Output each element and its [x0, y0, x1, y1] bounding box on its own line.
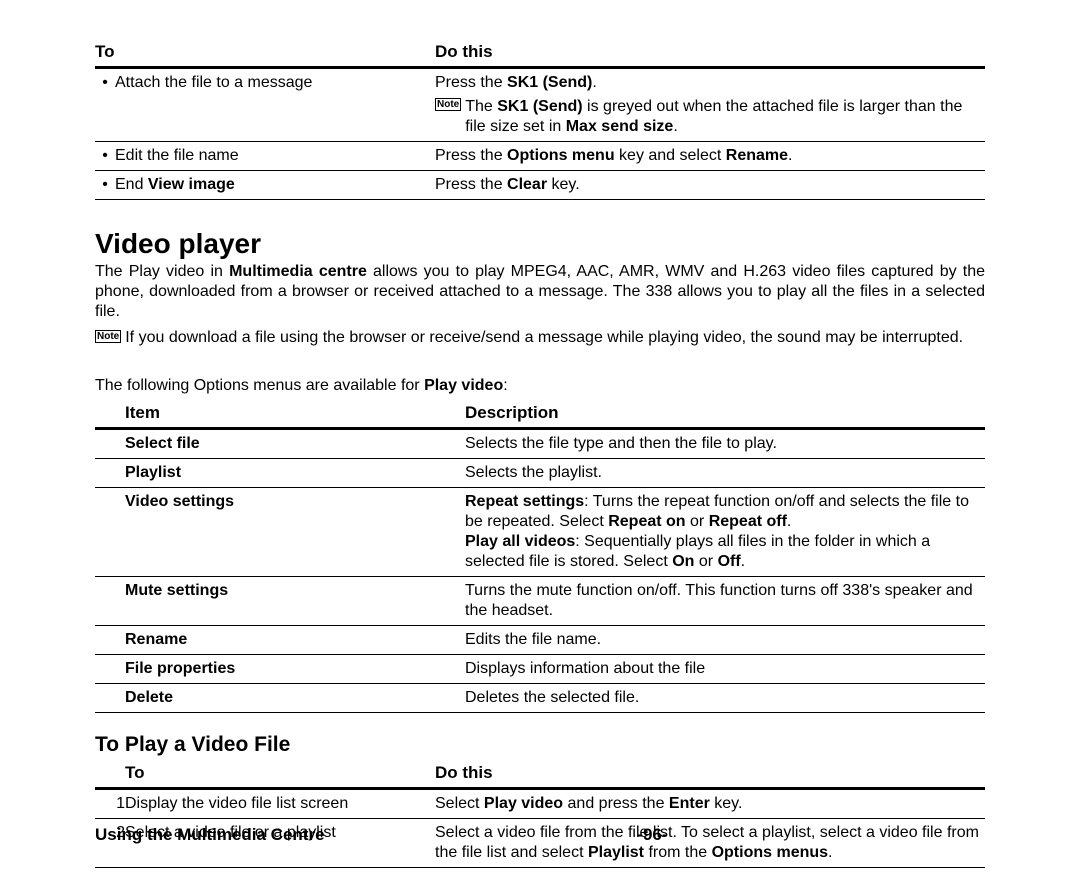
sub-title: To Play a Video File — [95, 733, 985, 757]
cell-num: 1 — [95, 788, 125, 818]
cell-desc: Repeat settings: Turns the repeat functi… — [465, 487, 985, 576]
th-to-2: To — [125, 759, 435, 789]
cell-item: Playlist — [95, 458, 465, 487]
cell-item: Delete — [95, 683, 465, 712]
item-desc-table: Item Description Select fileSelects the … — [95, 399, 985, 713]
cell-desc: Turns the mute function on/off. This fun… — [465, 576, 985, 625]
table-row: •End View imagePress the Clear key. — [95, 171, 985, 200]
table-row: •Attach the file to a messagePress the S… — [95, 68, 985, 142]
th-desc: Description — [465, 399, 985, 429]
section-title: Video player — [95, 228, 985, 260]
cell-do: Press the Options menu key and select Re… — [435, 142, 985, 171]
cell-to: •End View image — [95, 171, 435, 200]
page-footer: Using the Multimedia Centre -96- . — [95, 825, 985, 845]
cell-do: Press the SK1 (Send).NoteThe SK1 (Send) … — [435, 68, 985, 142]
footer-left: Using the Multimedia Centre — [95, 825, 325, 845]
cell-item: Mute settings — [95, 576, 465, 625]
cell-desc: Selects the playlist. — [465, 458, 985, 487]
table-row: Video settingsRepeat settings: Turns the… — [95, 487, 985, 576]
cell-item: Video settings — [95, 487, 465, 576]
cell-item: File properties — [95, 654, 465, 683]
cell-item: Rename — [95, 625, 465, 654]
options-intro: The following Options menus are availabl… — [95, 377, 985, 395]
footer-page: -96- — [637, 825, 667, 845]
cell-do: Select Play video and press the Enter ke… — [435, 788, 985, 818]
cell-to: Display the video file list screen — [125, 788, 435, 818]
cell-to: •Attach the file to a message — [95, 68, 435, 142]
to-do-table-1: To Do this •Attach the file to a message… — [95, 38, 985, 200]
table-row: •Edit the file namePress the Options men… — [95, 142, 985, 171]
table-row: Select fileSelects the file type and the… — [95, 428, 985, 458]
cell-desc: Selects the file type and then the file … — [465, 428, 985, 458]
cell-desc: Displays information about the file — [465, 654, 985, 683]
table-row: RenameEdits the file name. — [95, 625, 985, 654]
section-note: Note If you download a file using the br… — [95, 328, 985, 349]
cell-item: Select file — [95, 428, 465, 458]
th-num — [95, 759, 125, 789]
manual-page: To Do this •Attach the file to a message… — [0, 0, 1080, 883]
note-icon: Note — [95, 330, 121, 343]
cell-to: •Edit the file name — [95, 142, 435, 171]
th-to: To — [95, 38, 435, 68]
to-do-table-2: To Do this 1Display the video file list … — [95, 759, 985, 868]
note-text: If you download a file using the browser… — [125, 328, 963, 349]
section-body: The Play video in Multimedia centre allo… — [95, 262, 985, 322]
table-row: Mute settingsTurns the mute function on/… — [95, 576, 985, 625]
table-row: 1Display the video file list screenSelec… — [95, 788, 985, 818]
table-row: File propertiesDisplays information abou… — [95, 654, 985, 683]
table-row: DeleteDeletes the selected file. — [95, 683, 985, 712]
table-row: PlaylistSelects the playlist. — [95, 458, 985, 487]
th-item: Item — [95, 399, 465, 429]
cell-desc: Deletes the selected file. — [465, 683, 985, 712]
cell-desc: Edits the file name. — [465, 625, 985, 654]
th-do: Do this — [435, 38, 985, 68]
cell-do: Press the Clear key. — [435, 171, 985, 200]
th-do-2: Do this — [435, 759, 985, 789]
